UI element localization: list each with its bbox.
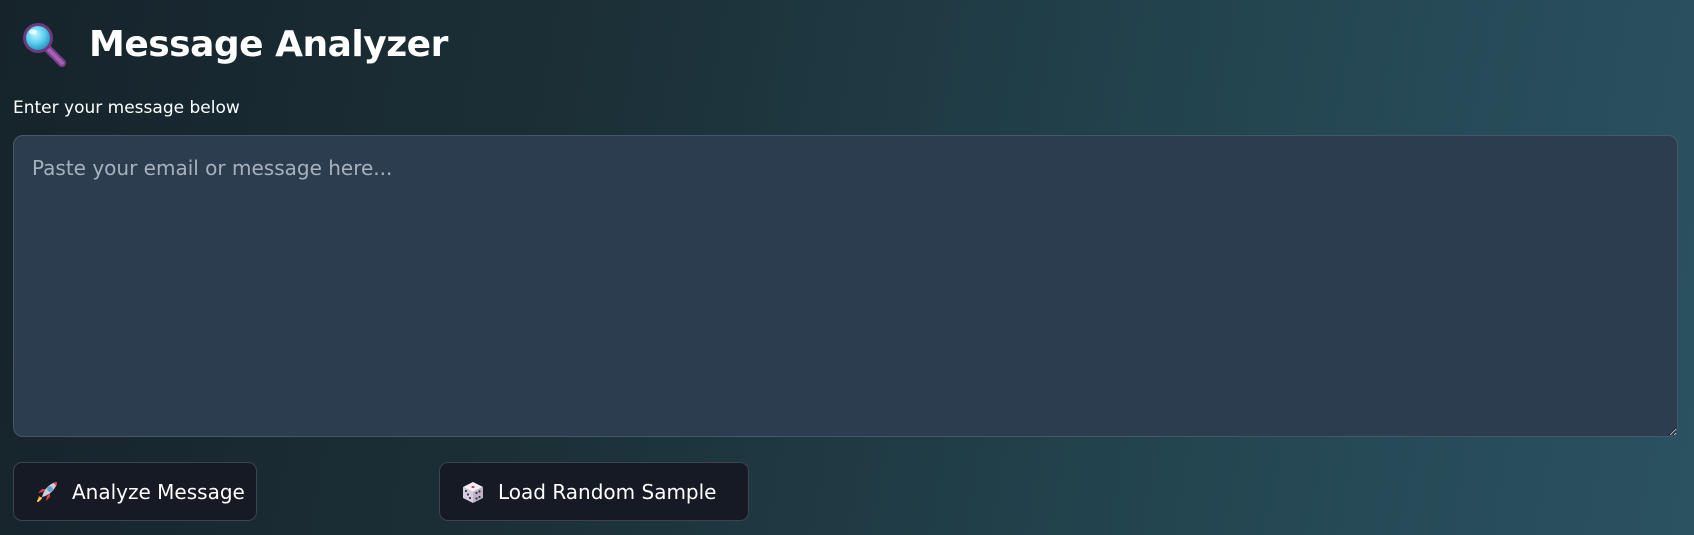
app-container: Message Analyzer Enter your message belo… (13, 0, 1678, 535)
dice-icon (460, 479, 486, 505)
page-title: Message Analyzer (89, 23, 448, 65)
message-field-label: Enter your message below (13, 98, 240, 118)
load-random-sample-button[interactable]: Load Random Sample (439, 462, 749, 521)
page-header: Message Analyzer (21, 18, 448, 70)
analyze-message-button[interactable]: Analyze Message (13, 462, 257, 521)
magnifying-glass-icon (21, 21, 67, 67)
message-input[interactable] (13, 135, 1678, 437)
rocket-icon (34, 479, 60, 505)
analyze-button-label: Analyze Message (72, 479, 245, 504)
sample-button-label: Load Random Sample (498, 479, 717, 504)
